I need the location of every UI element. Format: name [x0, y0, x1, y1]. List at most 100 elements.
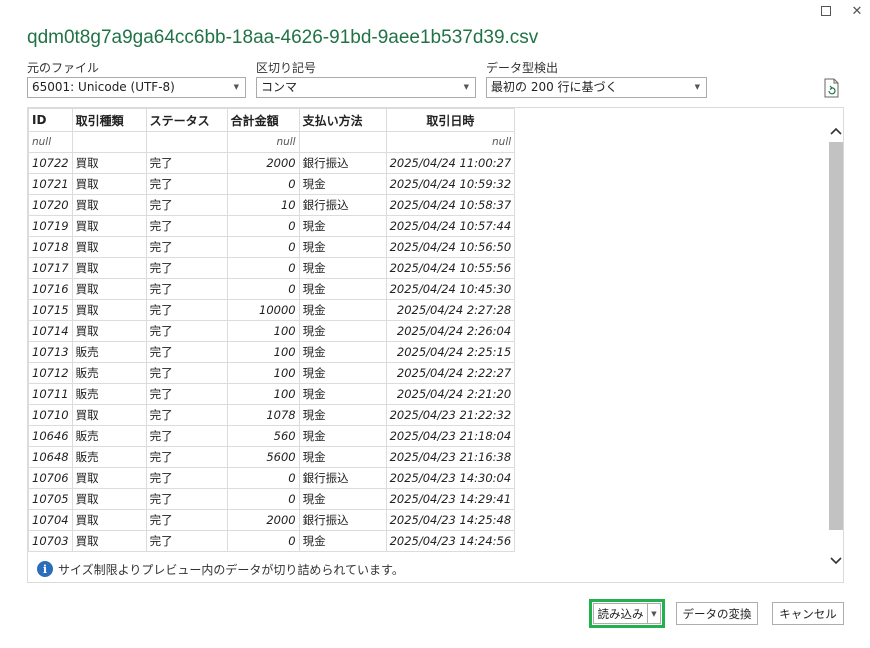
table-cell: 5600 — [226, 446, 300, 468]
table-cell: 10721 — [28, 173, 73, 195]
table-cell: 2025/04/23 14:30:04 — [385, 467, 516, 489]
table-row: 10717 買取 完了 0 現金 2025/04/24 10:55:56 — [28, 257, 516, 279]
truncation-message: サイズ制限よりプレビュー内のデータが切り詰められています。 — [58, 562, 404, 577]
table-cell: 2025/04/24 10:56:50 — [385, 236, 516, 258]
table-cell: 2025/04/23 14:25:48 — [385, 509, 516, 531]
dialog-title: qdm0t8g7a9ga64cc6bb-18aa-4626-91bd-9aee1… — [27, 27, 539, 48]
scroll-track[interactable] — [829, 142, 843, 530]
table-cell: 銀行振込 — [298, 152, 387, 174]
table-cell: 現金 — [298, 383, 387, 405]
type-detection-dropdown[interactable]: 最初の 200 行に基づく ▼ — [486, 77, 707, 98]
table-cell: 10703 — [28, 530, 73, 552]
table-cell: 2025/04/23 21:18:04 — [385, 425, 516, 447]
table-cell: 10705 — [28, 488, 73, 510]
table-cell: 買取 — [71, 278, 147, 300]
scroll-up-button[interactable] — [827, 122, 844, 140]
preview-table: ID 取引種類 ステータス 合計金額 支払い方法 取引日時 null null … — [28, 108, 516, 552]
cancel-button[interactable]: キャンセル — [772, 602, 844, 625]
refresh-preview-icon[interactable] — [823, 78, 841, 98]
load-button[interactable]: 読み込み — [593, 603, 647, 624]
table-cell: 完了 — [145, 383, 228, 405]
table-cell: 10713 — [28, 341, 73, 363]
table-cell: 現金 — [298, 341, 387, 363]
table-cell: 現金 — [298, 173, 387, 195]
table-cell: 10712 — [28, 362, 73, 384]
table-cell: 買取 — [71, 299, 147, 321]
scroll-thumb[interactable] — [829, 142, 843, 530]
table-cell: 完了 — [145, 362, 228, 384]
table-row: 10721 買取 完了 0 現金 2025/04/24 10:59:32 — [28, 173, 516, 195]
transform-data-button[interactable]: データの変換 — [676, 602, 758, 625]
table-cell: 買取 — [71, 488, 147, 510]
table-cell: 現金 — [298, 425, 387, 447]
table-cell: 2025/04/23 21:22:32 — [385, 404, 516, 426]
table-cell: 販売 — [71, 362, 147, 384]
column-header-id[interactable]: ID — [28, 108, 73, 132]
table-cell: null — [28, 131, 73, 153]
table-cell: 完了 — [145, 509, 228, 531]
header-row: ID 取引種類 ステータス 合計金額 支払い方法 取引日時 — [28, 108, 516, 132]
table-cell: 10704 — [28, 509, 73, 531]
table-row: 10713 販売 完了 100 現金 2025/04/24 2:25:15 — [28, 341, 516, 363]
column-header-status[interactable]: ステータス — [145, 108, 228, 132]
chevron-down-icon: ▼ — [463, 83, 469, 91]
column-header-datetime[interactable]: 取引日時 — [385, 108, 516, 132]
table-cell: 2025/04/24 10:55:56 — [385, 257, 516, 279]
table-cell: 完了 — [145, 215, 228, 237]
table-cell: 10722 — [28, 152, 73, 174]
table-row: 10706 買取 完了 0 銀行振込 2025/04/23 14:30:04 — [28, 467, 516, 489]
table-cell: 完了 — [145, 446, 228, 468]
table-cell: 現金 — [298, 299, 387, 321]
table-cell: 完了 — [145, 404, 228, 426]
table-cell: 現金 — [298, 530, 387, 552]
table-row: 10716 買取 完了 0 現金 2025/04/24 10:45:30 — [28, 278, 516, 300]
scroll-down-button[interactable] — [827, 552, 844, 570]
vertical-scrollbar[interactable] — [827, 122, 844, 582]
table-cell: 0 — [226, 173, 300, 195]
close-button[interactable]: ✕ — [846, 2, 868, 20]
table-cell: 現金 — [298, 404, 387, 426]
table-cell: 完了 — [145, 320, 228, 342]
delimiter-dropdown[interactable]: コンマ ▼ — [256, 77, 476, 98]
table-cell: 販売 — [71, 425, 147, 447]
table-cell — [145, 131, 228, 153]
load-button-group: 読み込み ▼ — [589, 599, 665, 628]
table-cell: 10711 — [28, 383, 73, 405]
table-row: 10719 買取 完了 0 現金 2025/04/24 10:57:44 — [28, 215, 516, 237]
table-cell: 買取 — [71, 509, 147, 531]
table-cell: 買取 — [71, 404, 147, 426]
load-options-button[interactable]: ▼ — [647, 603, 661, 624]
table-cell: 完了 — [145, 194, 228, 216]
table-cell: 完了 — [145, 278, 228, 300]
close-icon: ✕ — [851, 3, 863, 19]
table-cell: 10 — [226, 194, 300, 216]
table-cell: 0 — [226, 257, 300, 279]
table-cell: 0 — [226, 278, 300, 300]
null-row: null null null — [28, 131, 516, 153]
table-cell: 現金 — [298, 488, 387, 510]
chevron-down-icon: ▼ — [651, 609, 657, 618]
table-cell: 10716 — [28, 278, 73, 300]
table-row: 10722 買取 完了 2000 銀行振込 2025/04/24 11:00:27 — [28, 152, 516, 174]
data-preview: ID 取引種類 ステータス 合計金額 支払い方法 取引日時 null null … — [27, 107, 844, 583]
chevron-up-icon — [829, 127, 842, 135]
table-cell: 完了 — [145, 530, 228, 552]
table-cell: 買取 — [71, 236, 147, 258]
table-cell: 2025/04/24 10:57:44 — [385, 215, 516, 237]
table-cell: 2025/04/24 10:58:37 — [385, 194, 516, 216]
table-cell: 2025/04/24 2:21:20 — [385, 383, 516, 405]
table-cell: 10648 — [28, 446, 73, 468]
column-header-payment[interactable]: 支払い方法 — [298, 108, 387, 132]
maximize-button[interactable] — [815, 2, 837, 20]
table-cell: 2000 — [226, 509, 300, 531]
file-origin-dropdown[interactable]: 65001: Unicode (UTF-8) ▼ — [27, 77, 246, 98]
table-cell: 10717 — [28, 257, 73, 279]
table-cell: 銀行振込 — [298, 194, 387, 216]
column-header-amount[interactable]: 合計金額 — [226, 108, 300, 132]
table-row: 10648 販売 完了 5600 現金 2025/04/23 21:16:38 — [28, 446, 516, 468]
file-origin-value: 65001: Unicode (UTF-8) — [32, 80, 175, 94]
table-cell: 1078 — [226, 404, 300, 426]
table-cell: 0 — [226, 215, 300, 237]
column-header-type[interactable]: 取引種類 — [71, 108, 147, 132]
table-row: 10705 買取 完了 0 現金 2025/04/23 14:29:41 — [28, 488, 516, 510]
